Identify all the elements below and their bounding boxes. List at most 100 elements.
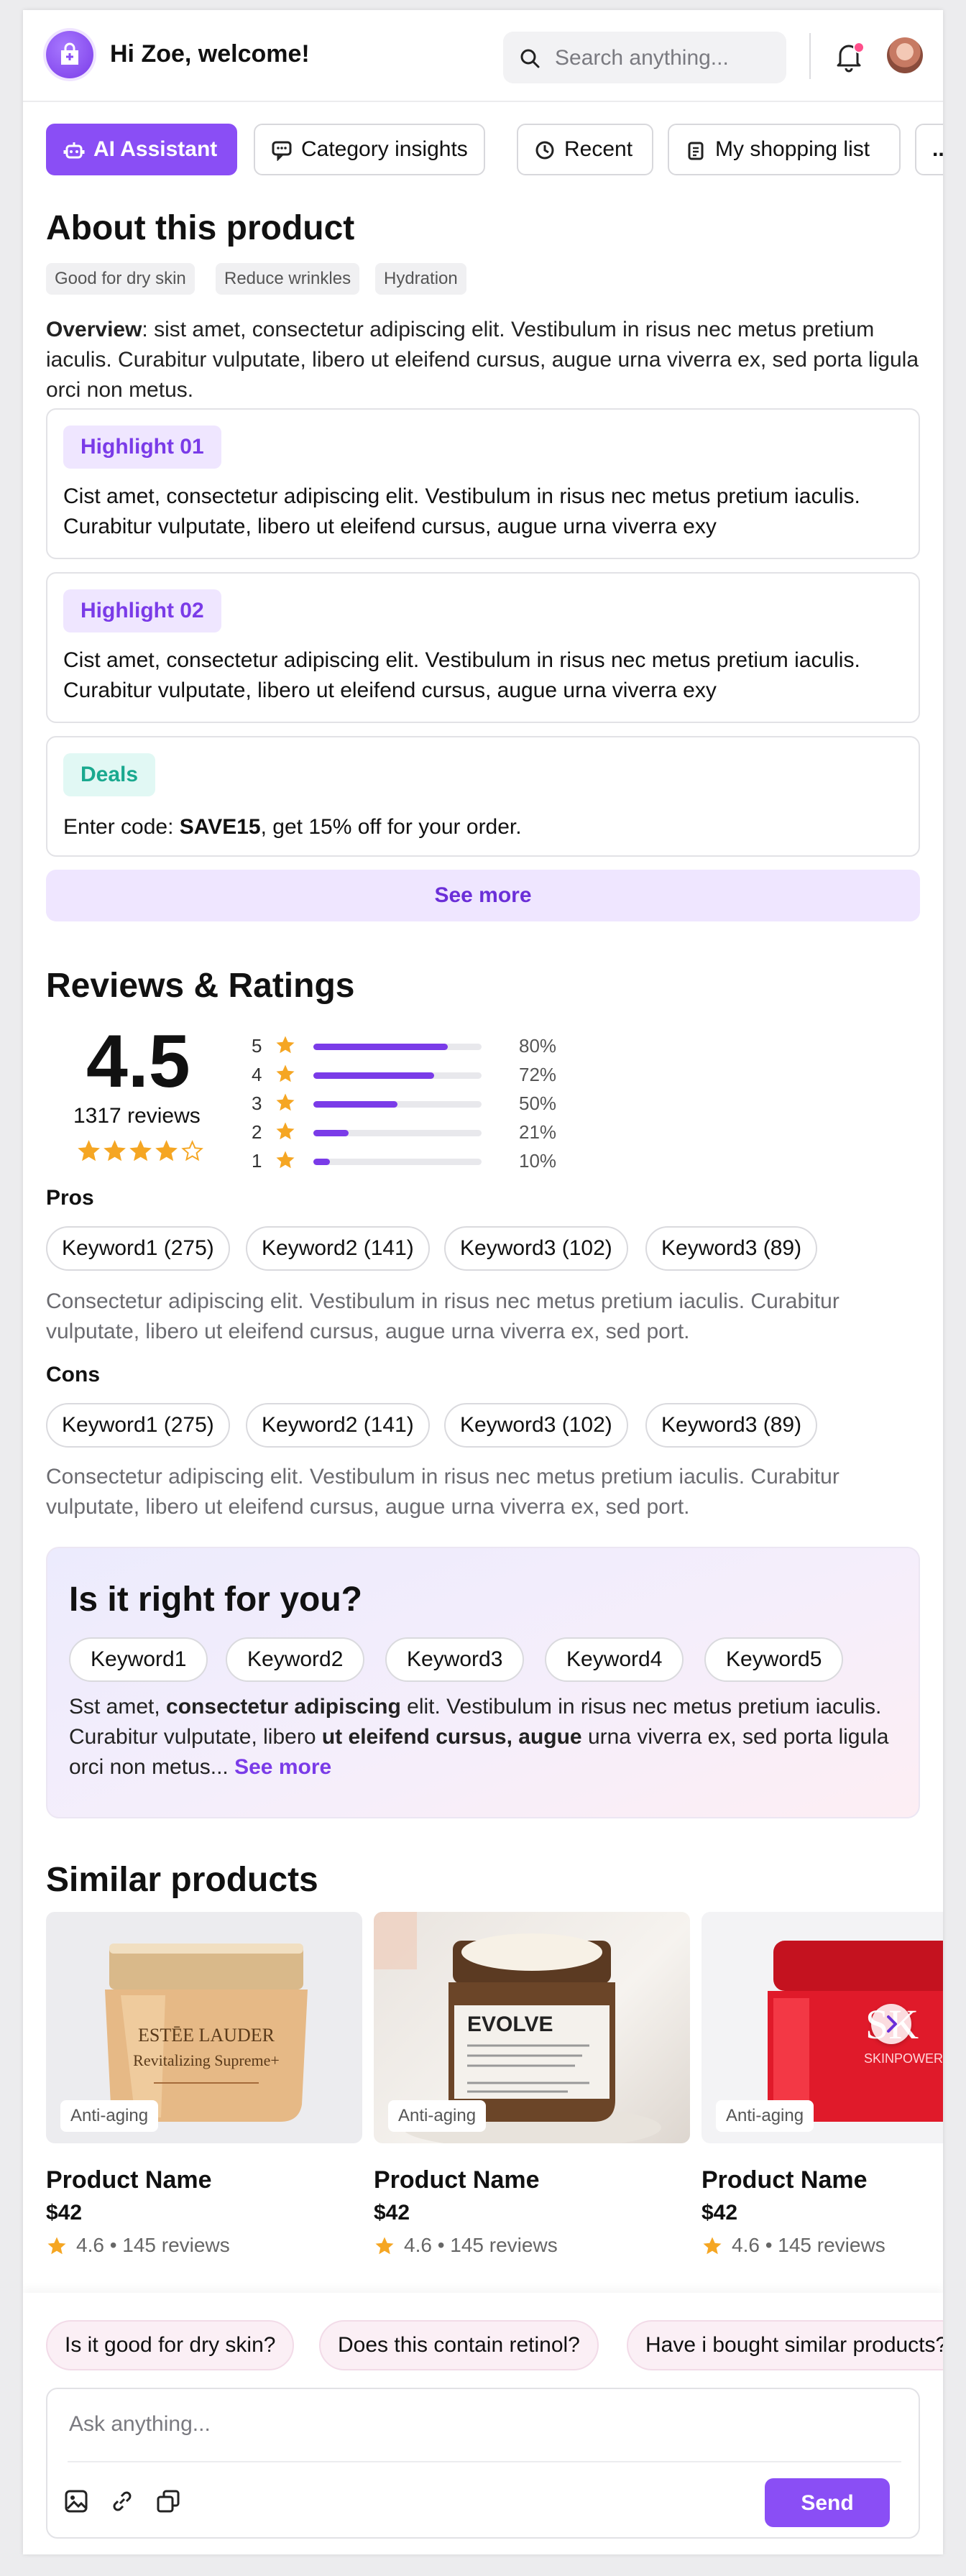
star-filled-icon	[155, 1140, 178, 1162]
rating-row-stars: 5	[252, 1035, 262, 1057]
tab-my-shopping-list[interactable]: My shopping list	[668, 124, 901, 175]
rating-row-star	[275, 1149, 296, 1176]
highlight-card: Highlight 02 Cist amet, consectetur adip…	[46, 572, 920, 723]
star-icon	[276, 1122, 295, 1140]
more-icon: ...	[932, 137, 943, 161]
tab-more[interactable]: ...	[915, 124, 943, 175]
product-image[interactable]: ESTĒE LAUDER Revitalizing Supreme+ Anti-…	[46, 1912, 362, 2143]
rating-bar-fill	[313, 1044, 448, 1050]
chat-input-box: Send	[46, 2388, 920, 2539]
cons-keyword-chip[interactable]: Keyword3 (102)	[444, 1403, 628, 1448]
product-line-label: Revitalizing Supreme+	[133, 2051, 280, 2069]
product-image[interactable]: EVOLVE Anti-aging	[374, 1912, 690, 2143]
suggestion-chip[interactable]: Is it good for dry skin?	[46, 2320, 295, 2370]
notifications-button[interactable]	[832, 39, 866, 73]
similar-title: Similar products	[46, 1861, 318, 1899]
product-rating-text: 4.6 • 145 reviews	[76, 2234, 230, 2256]
overview: Overview: sist amet, consectetur adipisc…	[46, 315, 920, 405]
rating-row-percent: 80%	[519, 1035, 557, 1057]
cons-keyword-chip[interactable]: Keyword2 (141)	[246, 1403, 430, 1448]
header-divider	[809, 33, 811, 79]
fit-card: Is it right for you? Keyword1 Keyword2 K…	[46, 1547, 920, 1818]
header: Hi Zoe, welcome!	[23, 10, 943, 102]
copy-button[interactable]	[154, 2487, 183, 2516]
tab-recent[interactable]: Recent	[517, 124, 653, 175]
star-icon	[276, 1064, 295, 1082]
highlight-badge: Highlight 01	[63, 426, 221, 469]
product-tag: Hydration	[375, 263, 466, 295]
rating-row-star	[275, 1034, 296, 1061]
pros-keyword-chip[interactable]: Keyword2 (141)	[246, 1226, 430, 1271]
cons-keyword-chip[interactable]: Keyword1 (275)	[46, 1403, 230, 1448]
notification-dot	[853, 42, 865, 53]
clock-icon	[535, 141, 554, 160]
product-tag: Anti-aging	[716, 2100, 814, 2132]
carousel-next-button[interactable]	[871, 2004, 911, 2044]
star-filled-icon	[78, 1140, 100, 1162]
image-upload-button[interactable]	[62, 2487, 91, 2516]
search-input[interactable]	[553, 42, 772, 75]
fit-text-part: Sst amet,	[69, 1695, 167, 1719]
deals-text: Enter code: SAVE15, get 15% off for your…	[63, 812, 897, 842]
product-tag: Reduce wrinkles	[216, 263, 360, 295]
copy-icon	[157, 2490, 180, 2513]
suggestion-chip[interactable]: Have i bought similar products?	[627, 2320, 943, 2370]
product-tag: Anti-aging	[60, 2100, 159, 2132]
tab-category-insights[interactable]: Category insights	[254, 124, 485, 175]
product-name[interactable]: Product Name	[46, 2166, 212, 2194]
pros-keyword-chip[interactable]: Keyword1 (275)	[46, 1226, 230, 1271]
rating-bar-fill	[313, 1130, 349, 1136]
pros-label: Pros	[46, 1186, 94, 1210]
app-logo[interactable]	[46, 31, 93, 78]
attach-link-button[interactable]	[108, 2487, 137, 2516]
see-more-button[interactable]: See more	[46, 870, 920, 921]
overview-label: Overview	[46, 318, 142, 341]
pros-keyword-chip[interactable]: Keyword3 (102)	[444, 1226, 628, 1271]
chat-input[interactable]	[68, 2404, 897, 2445]
avatar[interactable]	[887, 37, 923, 73]
product-price: $42	[702, 2201, 738, 2225]
brand-label: ESTĒE LAUDER	[138, 2025, 275, 2046]
reviews-title: Reviews & Ratings	[46, 967, 355, 1005]
search-icon	[520, 49, 540, 68]
rating-bar-track	[313, 1101, 482, 1108]
chat-composer-area: Is it good for dry skin? Does this conta…	[23, 2293, 943, 2554]
tab-label: My shopping list	[715, 137, 870, 161]
cons-keyword-chip[interactable]: Keyword3 (89)	[645, 1403, 818, 1448]
highlight-card: Highlight 01 Cist amet, consectetur adip…	[46, 408, 920, 559]
fit-see-more-link[interactable]: See more	[234, 1755, 331, 1779]
product-price: $42	[46, 2201, 83, 2225]
fit-keyword-chip[interactable]: Keyword1	[69, 1637, 208, 1682]
product-tag: Good for dry skin	[46, 263, 195, 295]
suggestion-chip[interactable]: Does this contain retinol?	[319, 2320, 599, 2370]
star-icon	[703, 2237, 722, 2255]
rating-bar-track	[313, 1159, 482, 1165]
star-icon	[375, 2237, 394, 2255]
product-name[interactable]: Product Name	[702, 2166, 868, 2194]
highlight-text: Cist amet, consectetur adipiscing elit. …	[63, 648, 860, 702]
rating-bar-track	[313, 1044, 482, 1050]
rating-row-star	[275, 1121, 296, 1147]
deal-code: SAVE15	[179, 815, 261, 839]
send-button[interactable]: Send	[765, 2478, 890, 2527]
fit-text-bold: ut eleifend cursus, augue	[321, 1725, 582, 1749]
rating-score: 4.5	[86, 1020, 190, 1103]
deals-text-after: , get 15% off for your order.	[260, 815, 522, 839]
input-divider	[68, 2461, 901, 2462]
search-bar[interactable]	[503, 32, 786, 83]
star-icon	[47, 2237, 66, 2255]
tab-label: Category insights	[301, 137, 468, 161]
deals-card: Deals Enter code: SAVE15, get 15% off fo…	[46, 736, 920, 857]
fit-keyword-chip[interactable]: Keyword4	[545, 1637, 684, 1682]
fit-keyword-chip[interactable]: Keyword2	[226, 1637, 365, 1682]
star-filled-icon	[129, 1140, 152, 1162]
fit-keyword-chip[interactable]: Keyword3	[385, 1637, 525, 1682]
shopping-bag-icon	[61, 42, 78, 65]
rating-row-stars: 3	[252, 1092, 262, 1114]
product-name[interactable]: Product Name	[374, 2166, 540, 2194]
pros-keyword-chip[interactable]: Keyword3 (89)	[645, 1226, 818, 1271]
fit-keyword-chip[interactable]: Keyword5	[704, 1637, 844, 1682]
tab-ai-assistant[interactable]: AI Assistant	[46, 124, 237, 175]
product-price: $42	[374, 2201, 410, 2225]
fit-title: Is it right for you?	[69, 1581, 362, 1619]
